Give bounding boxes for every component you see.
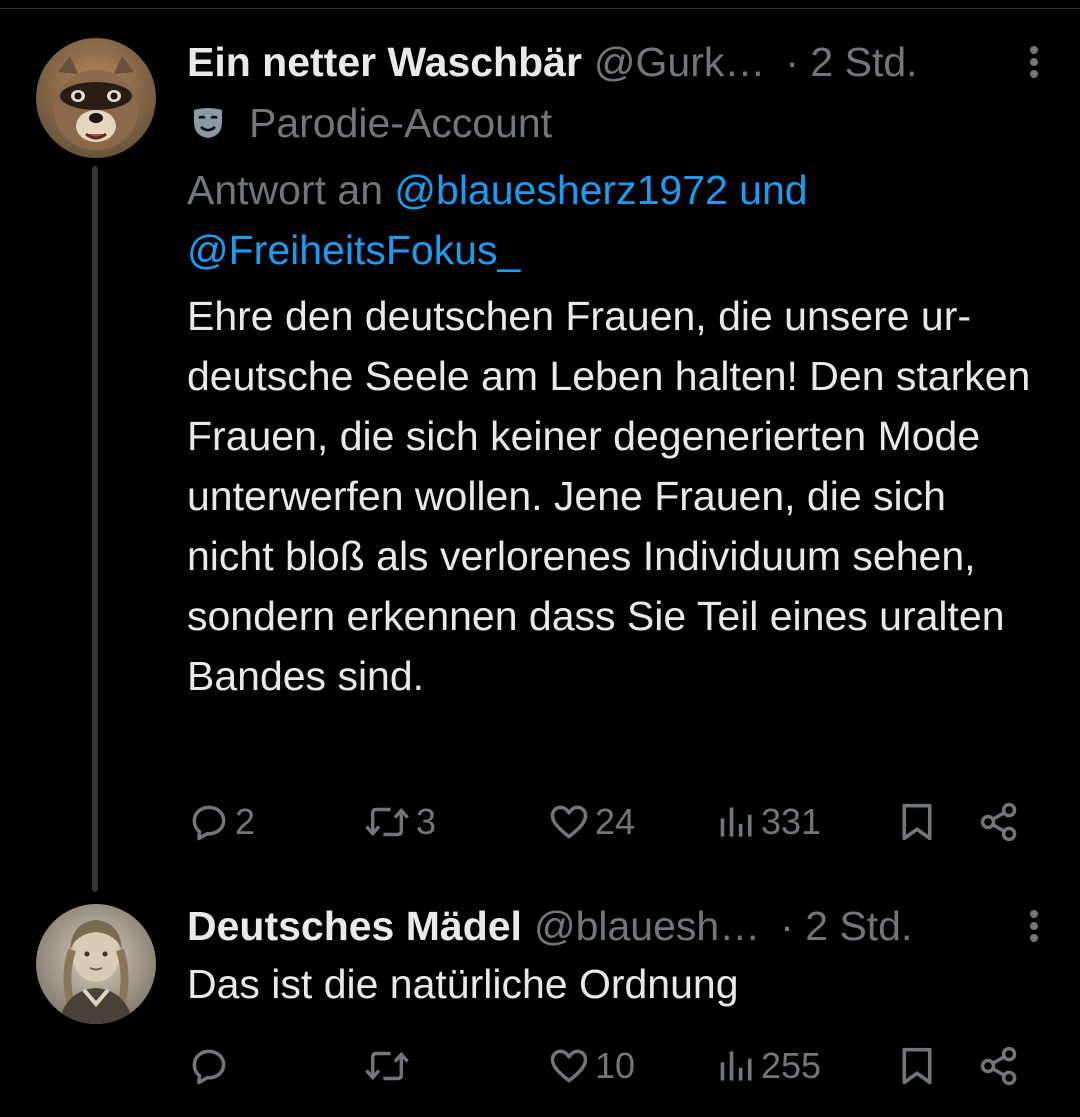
- timestamp[interactable]: · 2 Std.: [785, 36, 917, 88]
- heart-icon: [550, 1049, 588, 1083]
- timestamp[interactable]: · 2 Std.: [780, 900, 912, 952]
- display-name[interactable]: Ein netter Waschbär: [187, 36, 582, 88]
- views-icon: [720, 1051, 752, 1081]
- like-button[interactable]: 10: [547, 1036, 635, 1096]
- bookmark-button[interactable]: [897, 1036, 937, 1096]
- views-button[interactable]: 331: [717, 792, 821, 852]
- parody-label-row: Parodie-Account: [187, 92, 1040, 154]
- view-count: 255: [761, 1045, 822, 1086]
- avatar[interactable]: [36, 904, 156, 1024]
- repost-icon: [365, 807, 409, 837]
- share-button[interactable]: [977, 792, 1021, 852]
- reply-context: Antwort an @blauesherz1972 und @Freiheit…: [187, 160, 1040, 280]
- share-button[interactable]: [977, 1036, 1021, 1096]
- parody-mask-icon: [194, 108, 222, 138]
- view-count: 331: [761, 801, 822, 842]
- reply-icon: [192, 805, 226, 841]
- avatar[interactable]: [36, 38, 156, 158]
- views-icon: [720, 807, 752, 837]
- views-button[interactable]: 255: [717, 1036, 821, 1096]
- reply-icon: [192, 1049, 226, 1085]
- bookmark-button[interactable]: [897, 792, 937, 852]
- bookmark-icon: [902, 803, 932, 841]
- display-name[interactable]: Deutsches Mädel: [187, 900, 522, 952]
- tweet[interactable]: Ein netter Waschbär @Gurk… · 2 Std. Paro…: [0, 0, 1080, 892]
- tweet-content: Deutsches Mädel @blauesh… · 2 Std. Das i…: [187, 900, 1040, 1014]
- more-icon[interactable]: [1016, 906, 1052, 946]
- heart-icon: [550, 805, 588, 839]
- reply-button[interactable]: 2: [187, 792, 255, 852]
- like-count: 10: [595, 1045, 636, 1086]
- bookmark-icon: [902, 1047, 932, 1085]
- tweet-text: Ehre den deutschen Frauen, die unsere ur…: [187, 293, 1031, 699]
- reply-prefix: Antwort an: [187, 167, 395, 213]
- repost-count: 3: [416, 801, 437, 842]
- tweet-content: Ein netter Waschbär @Gurk… · 2 Std. Paro…: [187, 36, 1040, 706]
- parody-label: Parodie-Account: [249, 99, 553, 146]
- tweet[interactable]: Deutsches Mädel @blauesh… · 2 Std. Das i…: [0, 890, 1080, 1117]
- repost-button[interactable]: 3: [362, 792, 436, 852]
- tweet-header: Ein netter Waschbär @Gurk… · 2 Std.: [187, 36, 1040, 88]
- reply-mention-link[interactable]: @blauesherz1972 und: [394, 167, 807, 213]
- handle[interactable]: @Gurk…: [594, 36, 765, 88]
- reply-mention-link[interactable]: @FreiheitsFokus_: [187, 227, 520, 273]
- handle[interactable]: @blauesh…: [534, 900, 760, 952]
- repost-icon: [365, 1051, 409, 1081]
- action-bar: 2 3 24 331: [187, 792, 1028, 852]
- share-icon: [980, 802, 1017, 842]
- action-bar: 10 255: [187, 1036, 1028, 1096]
- thread-line: [92, 166, 98, 892]
- reply-count: 2: [235, 801, 256, 842]
- like-count: 24: [595, 801, 636, 842]
- more-icon[interactable]: [1016, 42, 1052, 82]
- tweet-header: Deutsches Mädel @blauesh… · 2 Std.: [187, 900, 1040, 952]
- tweet-text: Das ist die natürliche Ordnung: [187, 961, 739, 1007]
- share-icon: [980, 1046, 1017, 1086]
- reply-button[interactable]: [187, 1036, 235, 1096]
- repost-button[interactable]: [362, 1036, 416, 1096]
- like-button[interactable]: 24: [547, 792, 635, 852]
